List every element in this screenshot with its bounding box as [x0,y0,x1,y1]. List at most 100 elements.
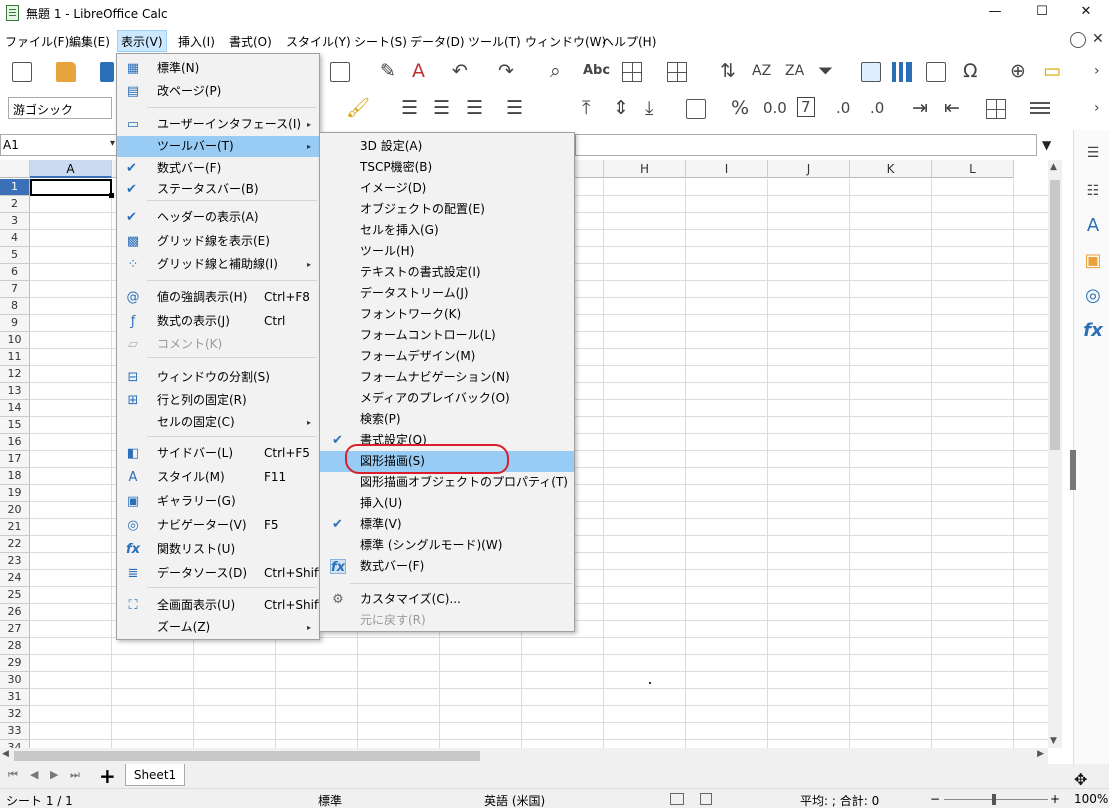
row-header[interactable]: 2 [0,196,30,213]
view-menu-item[interactable]: ズーム(Z) ▸ [117,617,319,638]
row-header[interactable]: 33 [0,723,30,740]
view-menu-item[interactable]: @ 値の強調表示(H) Ctrl+F8 [117,287,319,308]
insert-comment-icon[interactable]: ▭ [1043,60,1061,82]
scroll-left-icon[interactable]: ◀ [2,749,9,759]
row-header[interactable]: 28 [0,638,30,655]
sheet-tab-sheet1[interactable]: Sheet1 [125,764,185,786]
formula-expand-icon[interactable]: ▼ [1042,138,1051,152]
align-center-icon[interactable]: ☰ [433,97,450,119]
toolbar-menu-item[interactable]: フォームナビゲーション(N) [320,367,574,388]
column-header[interactable]: J [768,160,850,178]
align-top-icon[interactable]: ⤒ [582,97,590,119]
view-menu-item[interactable]: ▤ 改ページ(P) [117,81,319,102]
row-header[interactable]: 25 [0,587,30,604]
column-header[interactable]: A [30,160,112,178]
hyperlink-icon[interactable]: ⊕ [1010,60,1026,82]
view-menu-item[interactable]: fx 関数リスト(U) [117,539,319,560]
prev-sheet-icon[interactable]: ◀ [30,768,38,781]
center-vertically-icon[interactable]: ⇕ [613,97,629,119]
date-format-icon[interactable]: 7 [797,97,815,117]
zoom-out-button[interactable]: − [930,792,940,806]
toolbar-menu-item[interactable]: fx 数式バー(F) [320,556,574,577]
view-menu-item[interactable]: ▭ ユーザーインタフェース(I) ▸ [117,114,319,135]
view-menu-item[interactable]: ◧ サイドバー(L) Ctrl+F5 [117,443,319,464]
status-sum[interactable]: 平均: ; 合計: 0 [800,792,879,808]
close-document-button[interactable]: ✕ [1092,31,1104,47]
selection-mode-icon[interactable] [670,793,684,805]
row-header[interactable]: 16 [0,434,30,451]
gallery-panel-icon[interactable]: ▣ [1082,250,1104,272]
row-header[interactable]: 11 [0,349,30,366]
delete-decimal-icon[interactable]: .0 [870,97,884,119]
toolbar-menu-item[interactable]: フォームコントロール(L) [320,325,574,346]
scroll-right-icon[interactable]: ▶ [1037,749,1044,759]
select-all-corner[interactable] [0,160,30,178]
row-header[interactable]: 21 [0,519,30,536]
save-icon[interactable] [100,62,114,82]
toolbar-menu-item[interactable]: メディアのプレイバック(O) [320,388,574,409]
background-color-icon[interactable]: 🖌 [346,97,370,119]
toolbar2-overflow-icon[interactable]: › [1094,97,1100,119]
toolbar-menu-item[interactable]: ⚙ カスタマイズ(C)... [320,589,574,610]
status-language[interactable]: 英語 (米国) [484,792,545,808]
zoom-slider-track[interactable] [944,799,1048,800]
last-sheet-icon[interactable]: ⏭ [70,768,80,782]
add-sheet-button[interactable]: + [99,764,116,788]
row-header[interactable]: 30 [0,672,30,689]
column-header[interactable]: H [604,160,686,178]
toolbar-menu-item[interactable]: ✔ 標準(V) [320,514,574,535]
row-header[interactable]: 4 [0,230,30,247]
spelling-icon[interactable]: Abc [583,60,610,82]
undo-icon[interactable]: ↶ [452,60,468,82]
navigator-panel-icon[interactable]: ◎ [1082,285,1104,307]
row-header[interactable]: 17 [0,451,30,468]
view-menu-item[interactable]: ▦ 標準(N) [117,58,319,79]
view-menu-item[interactable]: ▩ グリッド線を表示(E) [117,231,319,252]
functions-panel-icon[interactable]: fx [1082,320,1104,342]
column-header[interactable]: L [932,160,1014,178]
menu-sheet[interactable]: シート(S) [354,33,407,50]
toolbar-menu-item[interactable]: オブジェクトの配置(E) [320,199,574,220]
zoom-level[interactable]: 100% [1074,792,1108,806]
styles-panel-icon[interactable]: A [1082,215,1104,237]
row-header[interactable]: 20 [0,502,30,519]
row-header[interactable]: 26 [0,604,30,621]
row-header[interactable]: 5 [0,247,30,264]
row-header[interactable]: 10 [0,332,30,349]
row-icon[interactable] [622,62,642,82]
zoom-in-button[interactable]: + [1050,792,1060,806]
status-page-style[interactable]: 標準 [318,792,342,808]
view-menu-item[interactable]: ◎ ナビゲーター(V) F5 [117,515,319,536]
toolbar-menu-item[interactable]: セルを挿入(G) [320,220,574,241]
add-decimal-icon[interactable]: .0 [836,97,850,119]
toolbar-menu-item[interactable]: 3D 設定(A) [320,136,574,157]
row-header[interactable]: 8 [0,298,30,315]
view-menu-item[interactable]: A スタイル(M) F11 [117,467,319,488]
toolbar-menu-item[interactable]: 挿入(U) [320,493,574,514]
view-menu-item[interactable]: ƒ 数式の表示(J) Ctrl [117,311,319,332]
vertical-scroll-thumb[interactable] [1050,180,1060,450]
toolbar-menu-item[interactable]: データストリーム(J) [320,283,574,304]
justify-icon[interactable]: ☰ [506,97,523,119]
paste-icon[interactable] [330,62,350,82]
view-menu-item[interactable]: ✔ 数式バー(F) [117,158,319,179]
toolbar-menu-item[interactable]: フォントワーク(K) [320,304,574,325]
sort-ascending-icon[interactable]: AZ [752,60,771,82]
find-replace-icon[interactable]: ⌕ [550,60,561,82]
toolbar-menu-item[interactable]: フォームデザイン(M) [320,346,574,367]
name-box-dropdown-icon[interactable]: ▾ [110,138,115,149]
globe-icon[interactable] [1070,32,1086,48]
align-right-icon[interactable]: ☰ [466,97,483,119]
toolbar-menu-item[interactable]: テキストの書式設定(I) [320,262,574,283]
menu-file[interactable]: ファイル(F) [5,33,69,50]
horizontal-scroll-thumb[interactable] [14,751,480,761]
row-header[interactable]: 31 [0,689,30,706]
view-menu-item[interactable]: ⁘ グリッド線と補助線(I) ▸ [117,254,319,275]
menu-tools[interactable]: ツール(T) [468,33,521,50]
column-icon[interactable] [667,62,687,82]
menu-styles[interactable]: スタイル(Y) [286,33,351,50]
borders-icon[interactable] [986,99,1006,119]
row-header[interactable]: 6 [0,264,30,281]
close-window-button[interactable]: ✕ [1063,2,1109,22]
minimize-button[interactable]: — [972,2,1018,22]
